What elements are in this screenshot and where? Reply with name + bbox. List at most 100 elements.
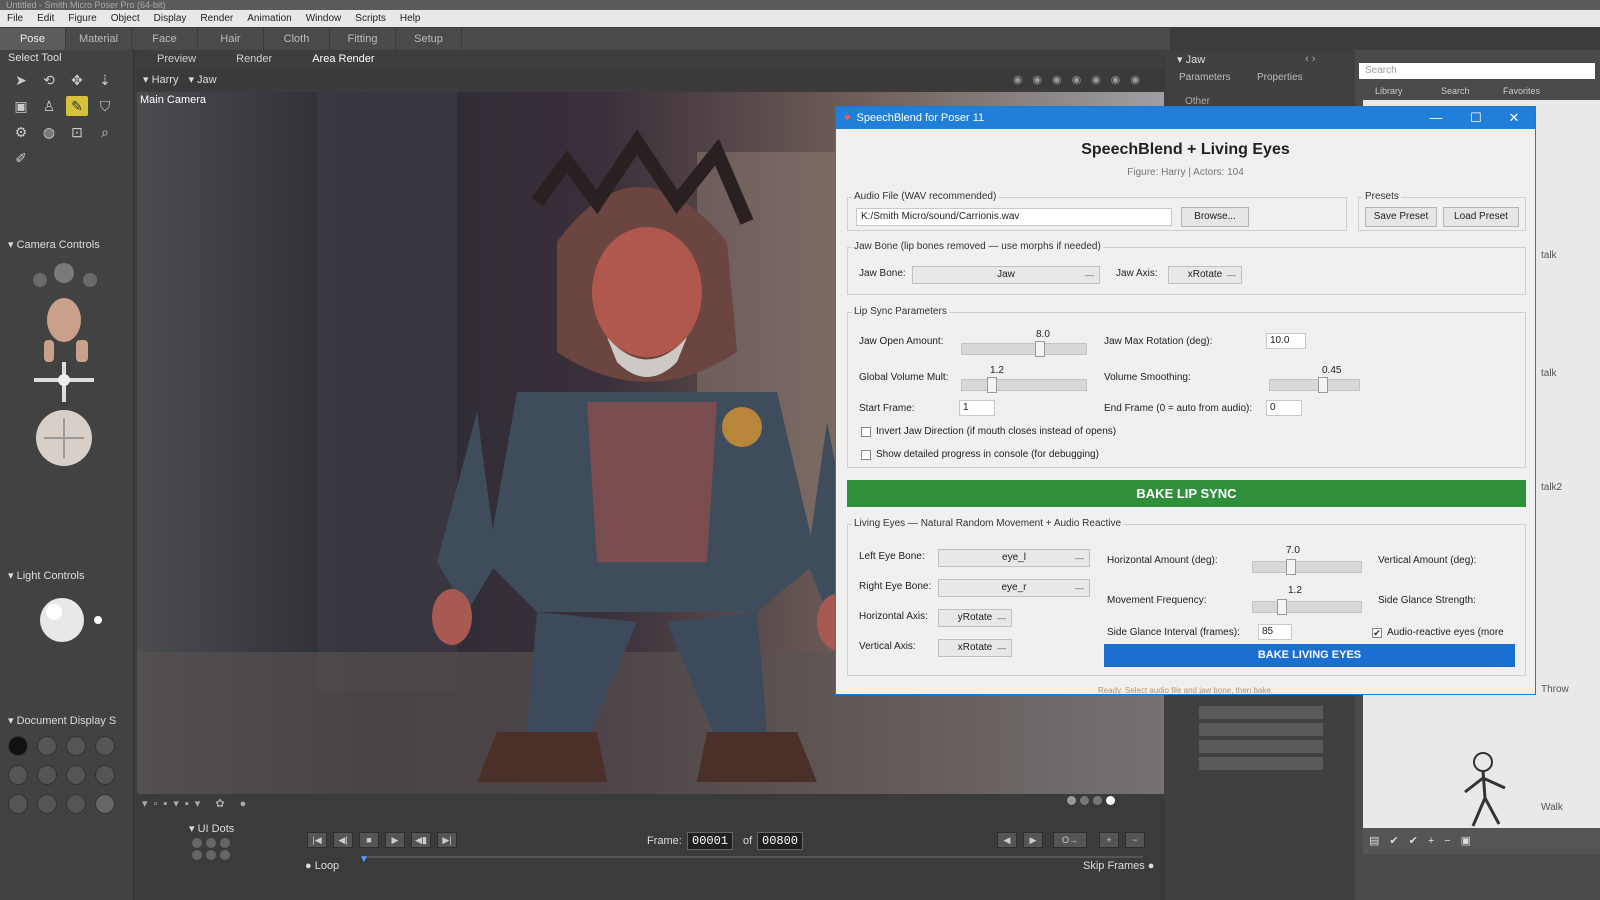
- menu-scripts[interactable]: Scripts: [348, 13, 393, 24]
- document-display-heading[interactable]: ▾ Document Display S: [8, 714, 116, 727]
- color-icon[interactable]: ◍: [38, 122, 60, 142]
- param-dial[interactable]: [1199, 706, 1323, 719]
- jaw-axis-select[interactable]: xRotate: [1168, 266, 1242, 284]
- library-item-talk-2[interactable]: talk: [1541, 368, 1600, 379]
- viewport-camera-icons[interactable]: ◉◉◉◉◉◉◉: [1013, 73, 1150, 86]
- side-glance-interval-field[interactable]: 85: [1258, 624, 1292, 640]
- translate-icon[interactable]: ✥: [66, 70, 88, 90]
- tab-material[interactable]: Material: [66, 28, 132, 50]
- jaw-open-thumb[interactable]: [1035, 341, 1046, 357]
- move-down-icon[interactable]: ⇣: [94, 70, 116, 90]
- morph-brush-icon[interactable]: ✐: [10, 148, 32, 168]
- prev-key-icon[interactable]: ◀|: [333, 832, 353, 848]
- active-tool-icon[interactable]: ✎: [66, 96, 88, 116]
- display-style-hidden-line[interactable]: [95, 736, 115, 756]
- param-dial[interactable]: [1199, 723, 1323, 736]
- step-back-icon[interactable]: ◀▮: [411, 832, 431, 848]
- horizontal-axis-select[interactable]: yRotate: [938, 609, 1012, 627]
- tab-hair[interactable]: Hair: [198, 28, 264, 50]
- end-frame-field[interactable]: 0: [1266, 400, 1302, 416]
- param-nav-arrows-icon[interactable]: ‹ ›: [1305, 53, 1315, 65]
- menu-object[interactable]: Object: [104, 13, 147, 24]
- light-sphere-widget[interactable]: [34, 594, 104, 650]
- key-icon[interactable]: O→: [1053, 832, 1087, 848]
- ui-dot[interactable]: [206, 838, 216, 848]
- ui-dot[interactable]: [206, 850, 216, 860]
- play-icon[interactable]: ▶: [385, 832, 405, 848]
- next-keyframe-icon[interactable]: ▶: [1023, 832, 1043, 848]
- start-frame-field[interactable]: 1: [959, 400, 995, 416]
- save-preset-button[interactable]: Save Preset: [1365, 207, 1437, 227]
- display-style-silhouette[interactable]: [8, 736, 28, 756]
- rotate-icon[interactable]: ⟲: [38, 70, 60, 90]
- tab-cloth[interactable]: Cloth: [264, 28, 330, 50]
- display-style-wireframe[interactable]: [66, 736, 86, 756]
- global-volume-slider[interactable]: [961, 377, 1087, 393]
- tab-render[interactable]: Render: [216, 50, 292, 68]
- menu-display[interactable]: Display: [147, 13, 194, 24]
- figure-selector[interactable]: ▾ Harry: [143, 73, 178, 86]
- timeline-track[interactable]: [363, 856, 1143, 858]
- display-style-lit-wire[interactable]: [8, 765, 28, 785]
- ui-dot[interactable]: [220, 838, 230, 848]
- viewport-layout-dots[interactable]: [1067, 796, 1115, 805]
- right-eye-select[interactable]: eye_r: [938, 579, 1090, 597]
- add-key-icon[interactable]: +: [1099, 832, 1119, 848]
- movement-frequency-slider[interactable]: [1252, 599, 1362, 615]
- library-item-talk2[interactable]: talk2: [1541, 482, 1600, 493]
- skip-frames-toggle[interactable]: Skip Frames ●: [1083, 860, 1154, 872]
- browse-button[interactable]: Browse...: [1181, 207, 1249, 227]
- param-actor-heading[interactable]: ▾ Jaw: [1177, 53, 1205, 66]
- jaw-bone-select[interactable]: Jaw: [912, 266, 1100, 284]
- tab-area-render[interactable]: Area Render: [292, 50, 394, 68]
- display-style-sketch[interactable]: [66, 794, 86, 814]
- prev-keyframe-icon[interactable]: ◀: [997, 832, 1017, 848]
- step-forward-icon[interactable]: ▶|: [437, 832, 457, 848]
- camera-controls-heading[interactable]: ▾ Camera Controls: [8, 238, 100, 251]
- invert-jaw-checkbox[interactable]: [861, 427, 871, 437]
- viewport-bottom-toolbar[interactable]: ▾▫▪▾▪▾ ✿ ●: [142, 797, 252, 810]
- ui-dot[interactable]: [192, 850, 202, 860]
- horizontal-amount-slider[interactable]: [1252, 559, 1362, 575]
- tab-parameters[interactable]: Parameters: [1179, 72, 1231, 83]
- load-preset-button[interactable]: Load Preset: [1443, 207, 1519, 227]
- camera-controls-widget[interactable]: [14, 258, 120, 468]
- walk-pose-thumbnail[interactable]: [1453, 748, 1523, 830]
- ui-dot[interactable]: [220, 850, 230, 860]
- grouping-icon[interactable]: ⊡: [66, 122, 88, 142]
- scale-icon[interactable]: ▣: [10, 96, 32, 116]
- audio-path-field[interactable]: K:/Smith Micro/sound/Carrionis.wav: [856, 208, 1172, 226]
- tab-favorites[interactable]: Favorites: [1503, 86, 1540, 96]
- tab-preview[interactable]: Preview: [137, 50, 216, 68]
- volume-smoothing-slider[interactable]: [1269, 377, 1360, 393]
- light-controls-heading[interactable]: ▾ Light Controls: [8, 569, 84, 582]
- minimize-icon[interactable]: —: [1417, 107, 1455, 129]
- display-style-outline[interactable]: [37, 736, 57, 756]
- ui-dots-heading[interactable]: ▾ UI Dots: [189, 822, 234, 835]
- loop-toggle[interactable]: ● Loop: [305, 860, 339, 872]
- remove-key-icon[interactable]: −: [1125, 832, 1145, 848]
- bake-living-eyes-button[interactable]: BAKE LIVING EYES: [1104, 644, 1515, 667]
- jaw-open-slider[interactable]: [961, 341, 1087, 357]
- library-item-throw[interactable]: Throw: [1541, 684, 1600, 695]
- stop-icon[interactable]: ■: [359, 832, 379, 848]
- tab-face[interactable]: Face: [132, 28, 198, 50]
- show-progress-checkbox[interactable]: [861, 450, 871, 460]
- param-dial[interactable]: [1199, 757, 1323, 770]
- library-item-walk[interactable]: Walk: [1541, 802, 1600, 813]
- maximize-icon[interactable]: ☐: [1457, 107, 1495, 129]
- menu-file[interactable]: File: [0, 13, 30, 24]
- display-style-smooth[interactable]: [8, 794, 28, 814]
- tab-library[interactable]: Library: [1375, 86, 1403, 96]
- tab-properties[interactable]: Properties: [1257, 72, 1303, 83]
- movement-frequency-thumb[interactable]: [1277, 599, 1288, 615]
- menu-render[interactable]: Render: [193, 13, 240, 24]
- volume-smoothing-thumb[interactable]: [1318, 377, 1329, 393]
- audio-reactive-checkbox[interactable]: ✔: [1372, 628, 1382, 638]
- menu-help[interactable]: Help: [393, 13, 428, 24]
- library-search-input[interactable]: Search: [1359, 63, 1595, 79]
- actor-selector[interactable]: ▾ Jaw: [188, 73, 216, 86]
- select-arrow-icon[interactable]: ➤: [10, 70, 32, 90]
- total-frames-field[interactable]: 00800: [757, 832, 804, 850]
- display-style-smooth-lined[interactable]: [37, 794, 57, 814]
